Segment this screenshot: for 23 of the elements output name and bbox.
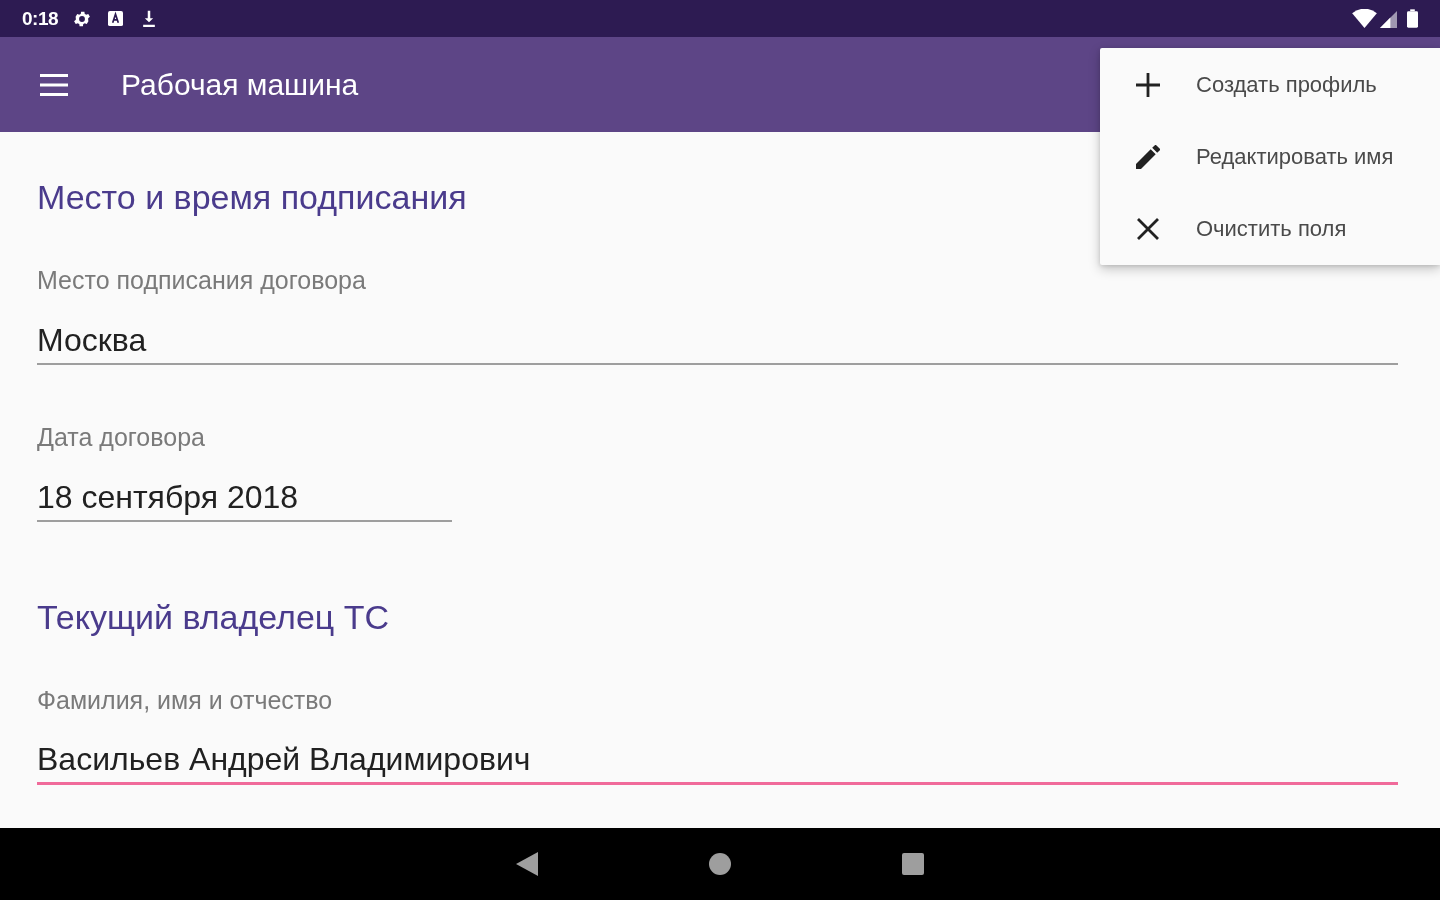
field-label: Дата договора [37,422,206,453]
home-icon[interactable] [709,853,731,875]
date-field[interactable]: 18 сентября 2018 [37,474,452,522]
section-title: Текущий владелец ТС [37,597,391,638]
wifi-icon [1352,9,1377,28]
app-title: Рабочая машина [121,67,359,102]
status-time: 0:18 [22,7,59,30]
cross-icon [1136,217,1160,241]
plus-icon [1136,73,1160,97]
pencil-icon [1136,145,1160,169]
menu-icon[interactable] [40,73,68,96]
field-label: Место подписания договора [37,265,367,296]
field-label: Фамилия, имя и отчество [37,685,334,716]
menu-item[interactable]: Очистить поля [1100,193,1440,265]
text-field[interactable]: Москва [37,317,1398,365]
text-field[interactable]: Васильев Андрей Владимирович [37,737,1398,785]
letter-box-icon [108,11,124,26]
back-icon[interactable] [516,852,538,876]
menu-item[interactable]: Редактировать имя [1100,121,1440,193]
signal-icon [1380,11,1397,28]
battery-icon [1407,9,1418,28]
section-title: Место и время подписания [37,177,468,218]
menu-item[interactable]: Создать профиль [1100,49,1440,121]
